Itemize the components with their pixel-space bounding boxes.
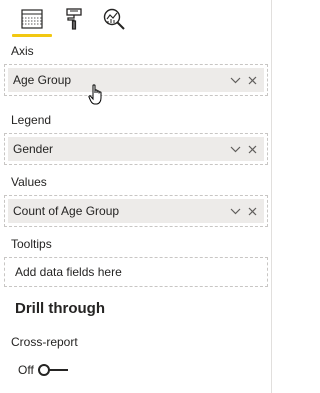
- chevron-down-icon[interactable]: [230, 144, 241, 155]
- values-field-name: Count of Age Group: [13, 204, 120, 218]
- hand-pointer-cursor-icon: [88, 84, 102, 105]
- chevron-down-icon[interactable]: [230, 75, 241, 86]
- axis-field-pill[interactable]: Age Group: [8, 68, 264, 92]
- cross-report-toggle[interactable]: Off: [18, 362, 70, 378]
- cross-report-label: Cross-report: [11, 335, 78, 349]
- axis-field-name: Age Group: [13, 73, 72, 87]
- close-icon[interactable]: [247, 144, 258, 155]
- visualizations-fields-pane: Axis Age Group Legend Gender Values Coun…: [0, 0, 272, 393]
- magnifier-chart-icon: [103, 8, 125, 30]
- axis-label: Axis: [11, 44, 34, 58]
- active-tab-indicator: [12, 34, 52, 37]
- toggle-state-label: Off: [18, 363, 34, 377]
- paint-roller-icon: [66, 8, 82, 30]
- pane-tabs: [0, 0, 272, 40]
- table-grid-icon: [21, 9, 43, 29]
- legend-label: Legend: [11, 113, 52, 127]
- legend-well[interactable]: Gender: [4, 133, 268, 165]
- legend-field-name: Gender: [13, 142, 54, 156]
- close-icon[interactable]: [247, 206, 258, 217]
- toggle-knob: [37, 364, 50, 376]
- drill-through-heading: Drill through: [15, 300, 105, 317]
- legend-field-pill[interactable]: Gender: [8, 137, 264, 161]
- chevron-down-icon[interactable]: [230, 206, 241, 217]
- analytics-tab[interactable]: [98, 4, 130, 34]
- close-icon[interactable]: [247, 75, 258, 86]
- tooltips-well[interactable]: Add data fields here: [4, 257, 268, 287]
- toggle-switch[interactable]: [37, 364, 70, 376]
- values-field-pill[interactable]: Count of Age Group: [8, 199, 264, 223]
- fields-tab[interactable]: [16, 4, 48, 34]
- axis-well[interactable]: Age Group: [4, 64, 268, 96]
- format-tab[interactable]: [58, 4, 90, 34]
- values-label: Values: [11, 175, 47, 189]
- tooltips-placeholder: Add data fields here: [15, 265, 122, 279]
- tooltips-label: Tooltips: [11, 237, 52, 251]
- values-well[interactable]: Count of Age Group: [4, 195, 268, 227]
